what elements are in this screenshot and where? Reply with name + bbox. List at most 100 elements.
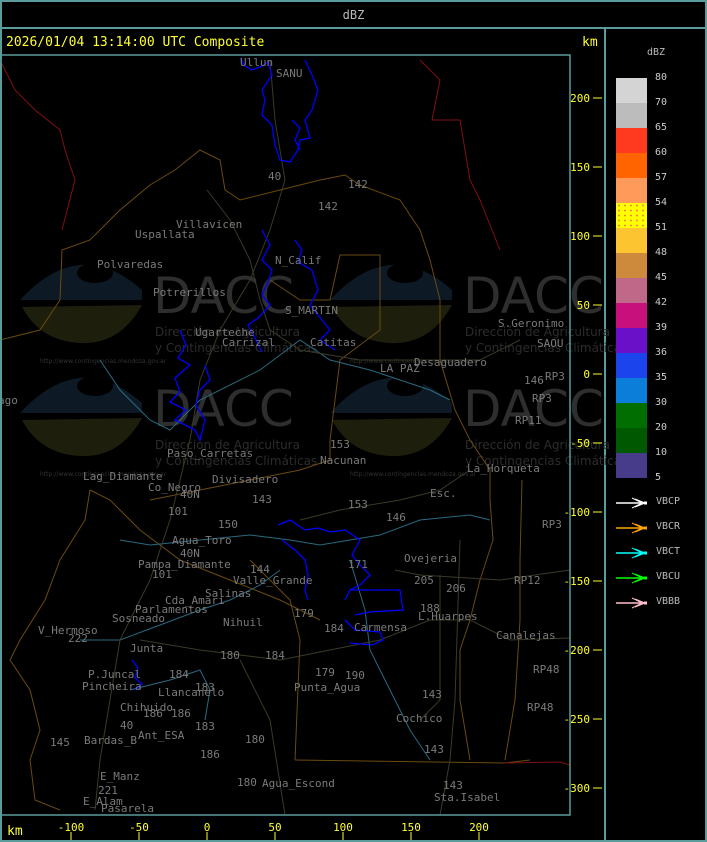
- place-label: 186: [200, 748, 220, 761]
- legend-swatch: [616, 378, 647, 403]
- y-tick-label: -250: [564, 713, 591, 726]
- place-label: Ant_ESA: [138, 729, 185, 742]
- legend-swatch: [616, 428, 647, 453]
- place-label: 40: [120, 719, 133, 732]
- place-label: 150: [218, 518, 238, 531]
- product-title: 2026/01/04 13:14:00 UTC Composite: [6, 35, 265, 50]
- place-label: 179: [315, 666, 335, 679]
- y-tick-label: 50: [577, 299, 590, 312]
- legend-swatch: [616, 103, 647, 128]
- legend-label: 45: [655, 272, 668, 283]
- legend-label: 80: [655, 72, 668, 83]
- legend-label: 20: [655, 422, 668, 433]
- place-label: RP3: [532, 392, 552, 405]
- place-label: 143: [252, 493, 272, 506]
- boundary-line: [9, 489, 91, 811]
- place-label: SANU: [276, 67, 303, 80]
- place-label: RP48: [527, 701, 554, 714]
- place-label: Sosneado: [112, 612, 165, 625]
- y-tick-label: -50: [570, 437, 590, 450]
- country-border: [419, 59, 501, 251]
- place-label: S.Geronimo: [498, 317, 564, 330]
- arrow-legend-label: VBCP: [656, 496, 681, 507]
- place-label: 206: [446, 582, 466, 595]
- legend-swatch: [616, 353, 647, 378]
- place-label: 146: [386, 511, 406, 524]
- place-label: S_MARTIN: [285, 304, 338, 317]
- place-label: 188: [420, 602, 440, 615]
- legend-swatch: [616, 203, 647, 228]
- dacc-logo: http://www.contingencias.mendoza.gov.arD…: [20, 376, 317, 478]
- legend-swatch: [616, 328, 647, 353]
- legend-label: 42: [655, 297, 668, 308]
- svg-text:http://www.contingencias.mendo: http://www.contingencias.mendoza.gov.ar: [350, 471, 477, 478]
- place-label: 40N: [180, 488, 200, 501]
- place-label: 186: [171, 707, 191, 720]
- legend-swatch: [616, 153, 647, 178]
- legend-title: dBZ: [647, 47, 666, 58]
- arrow-legend-label: VBBB: [656, 596, 681, 607]
- place-label: 144: [250, 563, 270, 576]
- place-label: Carrizal: [222, 336, 275, 349]
- x-tick-label: 100: [333, 821, 353, 834]
- place-label: 180: [220, 649, 240, 662]
- svg-text:http://www.contingencias.mendo: http://www.contingencias.mendoza.gov.ar: [40, 358, 167, 365]
- radar-map[interactable]: http://www.contingencias.mendoza.gov.ar D…: [0, 0, 707, 842]
- y-axis-unit: km: [582, 35, 598, 50]
- place-label: 171: [348, 558, 368, 571]
- place-label: Ullun: [240, 56, 273, 69]
- country-border: [504, 761, 571, 766]
- legend-swatch: [616, 228, 647, 253]
- legend-swatch: [616, 253, 647, 278]
- place-label: 40N: [180, 547, 200, 560]
- place-label: 183: [195, 720, 215, 733]
- arrow-legend-icon: [616, 597, 647, 609]
- legend-label: 39: [655, 322, 668, 333]
- place-label: RP11: [515, 414, 542, 427]
- place-label: 143: [422, 688, 442, 701]
- place-label: 186: [143, 707, 163, 720]
- place-label: 183: [195, 681, 215, 694]
- place-label: 40: [268, 170, 281, 183]
- y-tick-label: -200: [564, 644, 591, 657]
- y-tick-label: 0: [583, 368, 590, 381]
- country-border: [0, 59, 76, 231]
- y-tick-label: -300: [564, 782, 591, 795]
- arrow-legend-icon: [616, 497, 647, 509]
- y-tick-label: -150: [564, 575, 591, 588]
- radar-echo: [281, 539, 309, 601]
- place-label: La_Horqueta: [467, 462, 540, 475]
- place-label: RP3: [542, 518, 562, 531]
- y-tick-label: 200: [570, 92, 590, 105]
- x-axis-unit: km: [7, 824, 23, 839]
- place-label: Carmensa: [354, 621, 407, 634]
- place-label: RP3: [545, 370, 565, 383]
- place-label: 205: [414, 574, 434, 587]
- legend-label: 70: [655, 97, 668, 108]
- legend-label: 54: [655, 197, 668, 208]
- place-label: Canalejas: [496, 629, 556, 642]
- y-tick-label: 150: [570, 161, 590, 174]
- place-label: RP12: [514, 574, 541, 587]
- radar-echo: [350, 589, 404, 616]
- arrow-legend-label: VBCU: [656, 571, 681, 582]
- place-label: Polvaredas: [97, 258, 163, 271]
- place-label: Nihuil: [223, 616, 263, 629]
- place-label: Cochico: [396, 712, 442, 725]
- x-tick-label: -100: [58, 821, 85, 834]
- place-label: 184: [324, 622, 344, 635]
- place-label: 142: [348, 178, 368, 191]
- place-label: 142: [318, 200, 338, 213]
- x-tick-label: -50: [129, 821, 149, 834]
- place-label: Desaguadero: [414, 356, 487, 369]
- legend-label: 48: [655, 247, 668, 258]
- legend-label: 51: [655, 222, 668, 233]
- place-label: RP48: [533, 663, 560, 676]
- legend-label: 36: [655, 347, 668, 358]
- y-tick-label: 100: [570, 230, 590, 243]
- arrow-legend-label: VBCR: [656, 521, 681, 532]
- legend-label: 30: [655, 397, 668, 408]
- place-label: Valle_Grande: [233, 574, 312, 587]
- place-label: Punta_Agua: [294, 681, 360, 694]
- place-label: ago: [0, 394, 18, 407]
